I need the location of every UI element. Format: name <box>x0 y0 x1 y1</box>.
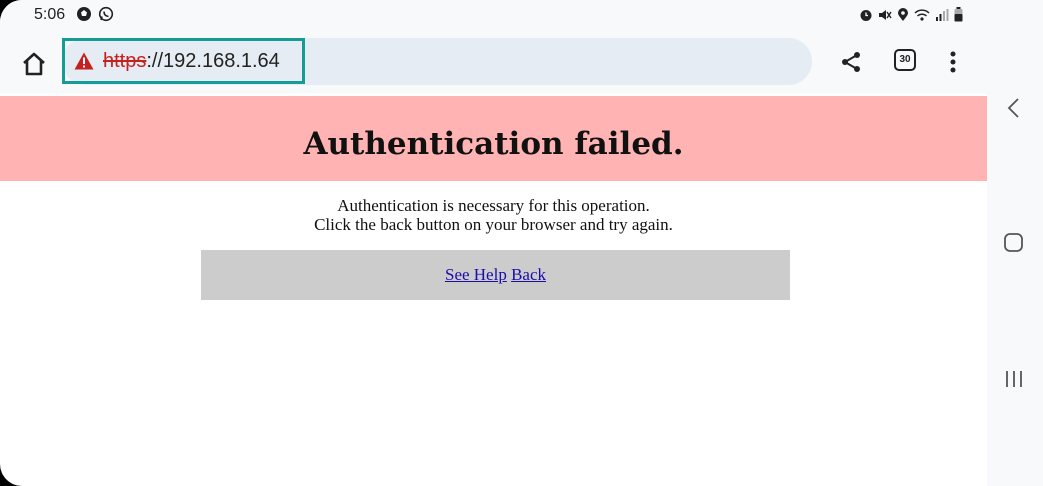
url-text[interactable]: https://192.168.1.64 <box>103 50 280 73</box>
see-help-link[interactable]: See Help <box>445 265 507 284</box>
error-message-line-2: Click the back button on your browser an… <box>314 215 673 234</box>
device-screen: 5:06 https://192.168.1.64 30 Authenticat… <box>0 0 987 486</box>
url-scheme: https <box>103 50 147 72</box>
status-right-icons <box>859 7 963 22</box>
signal-icon <box>936 8 949 21</box>
more-options-icon[interactable] <box>945 50 961 74</box>
status-time: 5:06 <box>34 6 66 23</box>
wifi-icon <box>914 8 930 21</box>
status-left-icons <box>76 6 114 22</box>
error-header: Authentication failed. <box>0 96 987 181</box>
back-link[interactable]: Back <box>511 265 546 284</box>
mute-icon <box>879 9 892 20</box>
battery-icon <box>954 7 963 22</box>
not-secure-warning-icon[interactable] <box>74 52 94 70</box>
location-icon <box>898 7 908 21</box>
page-title: Authentication failed. <box>303 126 684 162</box>
tab-switcher-button[interactable]: 30 <box>894 49 916 71</box>
recents-nav-icon[interactable] <box>1003 368 1025 390</box>
navigation-bar <box>987 0 1043 486</box>
soccer-ball-icon <box>77 7 91 21</box>
alarm-icon <box>860 9 872 21</box>
back-nav-icon[interactable] <box>1003 96 1025 120</box>
error-message-line-1: Authentication is necessary for this ope… <box>337 196 650 215</box>
links-box: See Help Back <box>201 250 790 300</box>
home-icon[interactable] <box>20 50 48 78</box>
home-nav-icon[interactable] <box>1003 232 1025 254</box>
whatsapp-icon <box>98 6 114 22</box>
status-bar: 5:06 <box>0 0 987 30</box>
error-message: Authentication is necessary for this ope… <box>0 196 987 234</box>
browser-toolbar: https://192.168.1.64 30 <box>0 30 987 94</box>
url-host: ://192.168.1.64 <box>146 50 280 72</box>
share-icon[interactable] <box>840 51 862 73</box>
